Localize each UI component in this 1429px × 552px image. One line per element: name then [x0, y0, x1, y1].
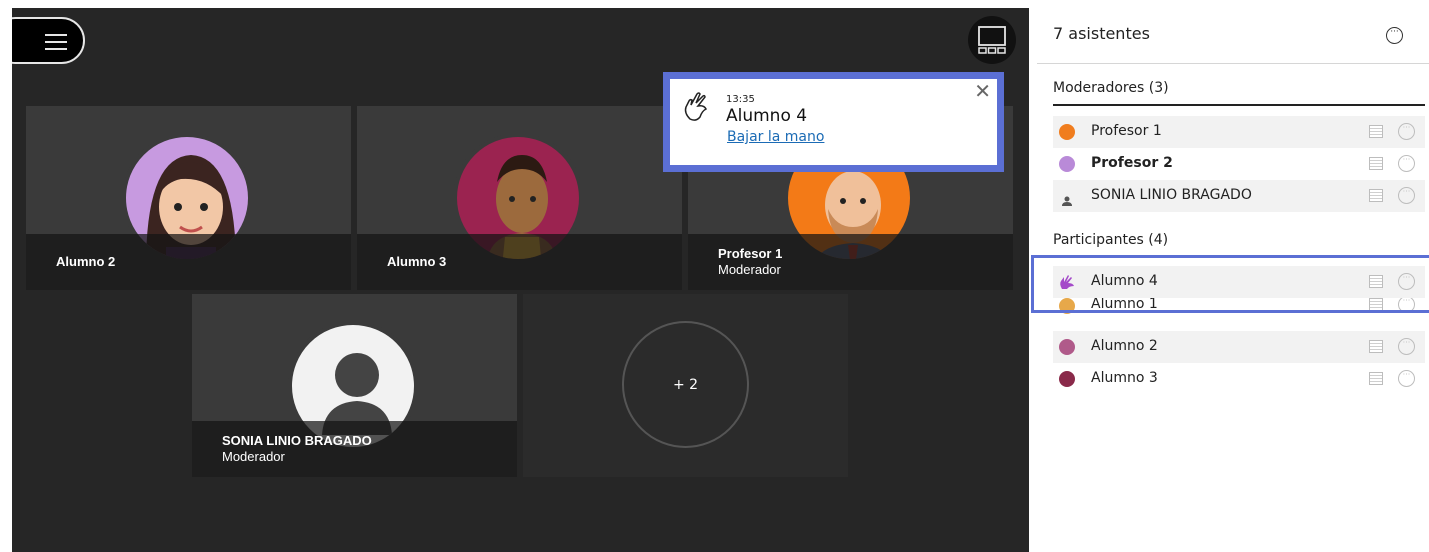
- attendee-name: Alumno 1: [1091, 298, 1158, 312]
- person-icon: [1062, 191, 1072, 206]
- notes-icon[interactable]: [1369, 275, 1383, 288]
- attendee-row[interactable]: Alumno 1 ···: [1053, 298, 1425, 314]
- attendee-row[interactable]: Alumno 3 ···: [1053, 363, 1425, 395]
- hamburger-icon: [45, 34, 67, 55]
- notes-icon[interactable]: [1369, 157, 1383, 170]
- tile-name: Alumno 3: [387, 254, 447, 269]
- raised-hand-icon: [684, 92, 708, 121]
- attendee-row[interactable]: Profesor 2 ···: [1053, 148, 1425, 180]
- panel-title: 7 asistentes: [1053, 24, 1150, 43]
- close-icon[interactable]: ✕: [974, 79, 991, 103]
- more-participants-tile[interactable]: + 2: [523, 294, 848, 477]
- avatar-icon: [1059, 298, 1075, 314]
- attendee-name: Alumno 4: [1091, 273, 1158, 289]
- tile-role: Moderador: [222, 449, 285, 464]
- attendee-name: Profesor 2: [1091, 155, 1173, 171]
- tile-role: Moderador: [718, 262, 781, 277]
- attendee-name: SONIA LINIO BRAGADO: [1091, 187, 1252, 203]
- raised-hand-icon: [1059, 274, 1075, 290]
- tile-caption: SONIA LINIO BRAGADO Moderador: [192, 421, 517, 477]
- layout-toggle-button[interactable]: [968, 16, 1016, 64]
- attendee-row[interactable]: Alumno 2 ···: [1053, 331, 1425, 363]
- avatar-icon: [1059, 339, 1075, 355]
- notes-icon[interactable]: [1369, 125, 1383, 138]
- avatar-icon: [1059, 156, 1075, 172]
- grid-layout-icon: [978, 26, 1006, 54]
- more-options-icon[interactable]: ···: [1398, 187, 1415, 204]
- more-participants-count: + 2: [622, 321, 749, 448]
- more-options-icon[interactable]: ···: [1398, 298, 1415, 313]
- tile-name: Profesor 1: [718, 246, 783, 261]
- raised-hand-notification: 13:35 Alumno 4 Bajar la mano ✕: [663, 72, 1004, 172]
- tile-caption: Alumno 2: [26, 234, 351, 290]
- attendee-row[interactable]: SONIA LINIO BRAGADO ···: [1053, 180, 1425, 212]
- notification-time: 13:35: [726, 94, 755, 105]
- more-options-icon[interactable]: ···: [1398, 370, 1415, 387]
- notes-icon[interactable]: [1369, 298, 1383, 311]
- tile-caption: Alumno 3: [357, 234, 682, 290]
- lower-hand-link[interactable]: Bajar la mano: [727, 129, 824, 145]
- more-options-icon[interactable]: ···: [1398, 338, 1415, 355]
- menu-button[interactable]: [12, 17, 85, 64]
- video-tile-alumno-2[interactable]: Alumno 2: [26, 106, 351, 290]
- more-options-icon[interactable]: ···: [1386, 27, 1403, 44]
- video-tile-sonia[interactable]: SONIA LINIO BRAGADO Moderador: [192, 294, 517, 477]
- attendees-panel: 7 asistentes ··· Moderadores (3) Profeso…: [1037, 0, 1429, 552]
- divider: [1053, 256, 1425, 258]
- avatar-icon: [1059, 124, 1075, 140]
- attendee-row[interactable]: Alumno 4 ···: [1053, 266, 1425, 298]
- participants-title: Participantes (4): [1053, 232, 1169, 248]
- attendee-row[interactable]: Profesor 1 ···: [1053, 116, 1425, 148]
- avatar-icon: [1059, 371, 1075, 387]
- notification-name: Alumno 4: [726, 106, 808, 126]
- notes-icon[interactable]: [1369, 372, 1383, 385]
- attendee-name: Profesor 1: [1091, 123, 1162, 139]
- tile-caption: Profesor 1 Moderador: [688, 234, 1013, 290]
- panel-header: 7 asistentes ···: [1037, 0, 1429, 64]
- tile-name: SONIA LINIO BRAGADO: [222, 433, 372, 448]
- moderators-title: Moderadores (3): [1053, 80, 1169, 96]
- notes-icon[interactable]: [1369, 340, 1383, 353]
- attendee-name: Alumno 2: [1091, 338, 1158, 354]
- more-options-icon[interactable]: ···: [1398, 273, 1415, 290]
- more-options-icon[interactable]: ···: [1398, 155, 1415, 172]
- tile-name: Alumno 2: [56, 254, 116, 269]
- divider: [1053, 104, 1425, 106]
- video-tile-alumno-3[interactable]: Alumno 3: [357, 106, 682, 290]
- attendee-name: Alumno 3: [1091, 370, 1158, 386]
- more-options-icon[interactable]: ···: [1398, 123, 1415, 140]
- notes-icon[interactable]: [1369, 189, 1383, 202]
